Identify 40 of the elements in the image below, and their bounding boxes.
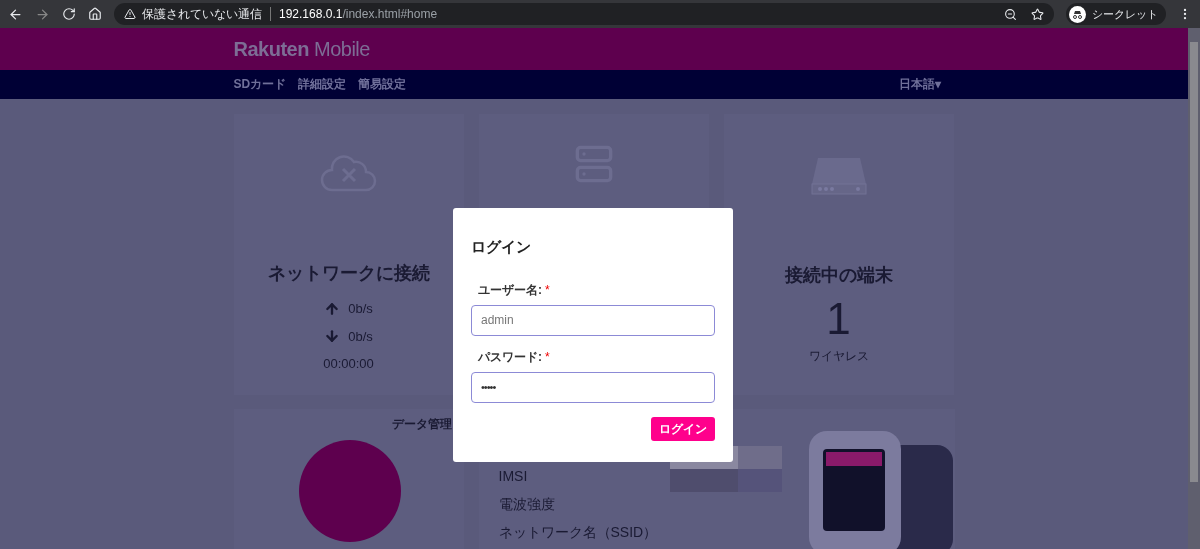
card-title: ネットワークに接続 [267, 262, 430, 285]
language-menu[interactable]: 日本語▾ [898, 75, 941, 94]
info-label: 電波強度 [498, 495, 556, 514]
connection-time: 00:00:00 [323, 355, 374, 373]
nav-link[interactable]: SDカード [233, 75, 287, 94]
required-mark-icon: * [545, 351, 550, 363]
url-text: 192.168.0.1/index.html#home [279, 6, 438, 23]
address-bar[interactable]: 保護されていない通信 192.168.0.1/index.html#home [114, 3, 1054, 25]
incognito-icon [1069, 5, 1086, 23]
required-mark-icon: * [545, 284, 550, 296]
nav-link[interactable]: 詳細設定 [298, 75, 347, 94]
brand-logo[interactable]: Rakuten Mobile [233, 37, 370, 60]
router-box-icon [809, 156, 868, 196]
connection-type: ワイヤレス [808, 348, 869, 365]
zoom-icon[interactable] [1004, 7, 1017, 21]
warning-icon [124, 8, 136, 20]
upload-arrow-icon [324, 300, 341, 317]
info-label: IMSI [498, 467, 529, 486]
profile-chip[interactable]: シークレット [1066, 3, 1166, 25]
password-field[interactable]: ••••• [471, 371, 715, 403]
device-count: 1 [826, 293, 851, 345]
upload-speed: 0b/s [348, 300, 373, 318]
security-label: 保護されていない通信 [142, 6, 262, 23]
download-arrow-icon [324, 328, 341, 345]
info-label: ネットワーク名（SSID） [498, 523, 658, 542]
login-button[interactable]: ログイン [651, 416, 715, 441]
bookmark-star-icon[interactable] [1031, 7, 1044, 21]
reload-icon[interactable] [62, 7, 76, 21]
card-title: データ管理 [391, 416, 452, 433]
card-title: 接続中の端末 [784, 264, 893, 287]
username-field[interactable]: admin [471, 304, 715, 336]
field-label: パスワード: [478, 349, 542, 366]
download-speed: 0b/s [348, 327, 373, 346]
nav-link[interactable]: 簡易設定 [358, 75, 407, 94]
home-icon[interactable] [88, 7, 102, 21]
field-label: ユーザー名: [478, 282, 542, 299]
back-icon[interactable] [8, 6, 23, 22]
forward-icon[interactable] [35, 6, 50, 22]
scrollbar[interactable] [1188, 28, 1200, 549]
dialog-title: ログイン [471, 237, 532, 257]
